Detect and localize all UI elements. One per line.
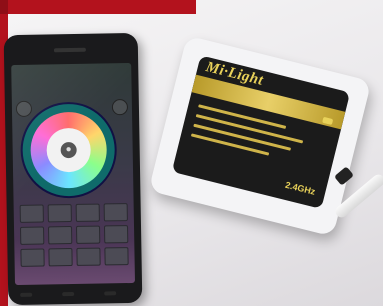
model-badge: 2.4GHz [284,179,317,197]
back-key [20,292,33,297]
menu-key [104,291,117,296]
red-corner [0,0,8,14]
home-key [62,291,75,297]
controller-label-panel: Mi·Light 2.4GHz [171,55,351,209]
label-text-line [190,133,270,156]
phone-speaker [53,47,86,53]
red-corner-band [0,0,196,14]
phone-nav-bar [20,291,117,299]
photo-scene: ● [0,0,383,306]
phone-screen: ● [11,62,135,286]
screen-glare [11,62,135,286]
smartphone: ● [3,32,143,306]
